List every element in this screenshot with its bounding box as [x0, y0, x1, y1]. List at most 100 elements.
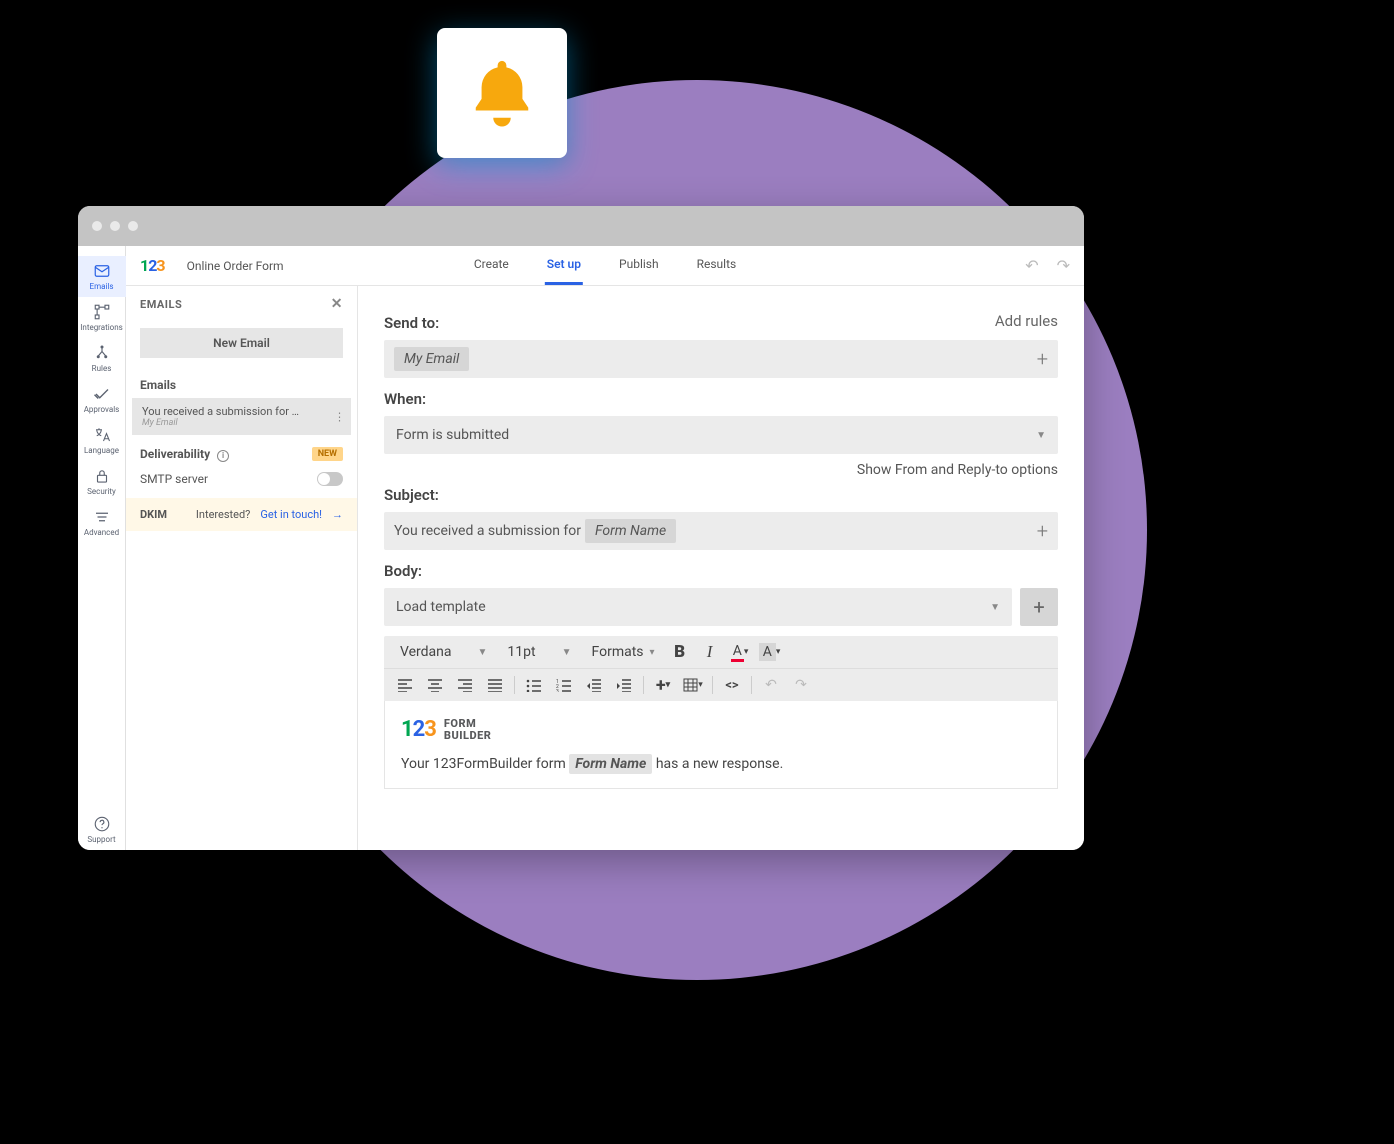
bg-color-icon[interactable]: A▾ [757, 640, 783, 664]
editor-redo-icon[interactable]: ↷ [788, 673, 814, 697]
tab-publish[interactable]: Publish [617, 246, 661, 285]
dkim-label: DKIM [140, 508, 167, 521]
email-item-sub: My Email [142, 418, 341, 428]
nav-emails[interactable]: Emails [78, 256, 126, 297]
arrow-right-icon[interactable]: → [332, 508, 343, 521]
email-editor: Send to: Add rules My Email + When: Form… [358, 286, 1084, 850]
sendto-field[interactable]: My Email + [384, 340, 1058, 378]
load-template-select[interactable]: Load template ▼ [384, 588, 1012, 626]
nav-label: Approvals [84, 405, 120, 414]
add-rules-link[interactable]: Add rules [995, 312, 1058, 330]
editor-undo-icon[interactable]: ↶ [758, 673, 784, 697]
nav-approvals[interactable]: Approvals [78, 379, 126, 420]
align-justify-icon[interactable] [482, 673, 508, 697]
add-subject-var-icon[interactable]: + [1037, 519, 1048, 543]
formats-select[interactable]: Formats▾ [584, 640, 663, 664]
add-template-button[interactable]: + [1020, 588, 1058, 626]
editor-body[interactable]: 123 FORMBUILDER Your 123FormBuilder form… [384, 701, 1058, 789]
add-recipient-icon[interactable]: + [1037, 347, 1048, 371]
dkim-link[interactable]: Get in touch! [260, 508, 322, 521]
top-bar: 123 Online Order Form Create Set up Publ… [126, 246, 1084, 286]
recipient-chip[interactable]: My Email [394, 347, 469, 371]
align-left-icon[interactable] [392, 673, 418, 697]
nav-integrations[interactable]: Integrations [78, 297, 126, 338]
formbuilder-logo: 123 FORMBUILDER [401, 717, 491, 742]
nav-label: Advanced [84, 528, 119, 537]
integrations-icon [93, 303, 111, 321]
close-icon[interactable]: ✕ [331, 296, 343, 312]
brand-logo: 123 [140, 256, 165, 275]
code-icon[interactable]: <> [719, 673, 745, 697]
body-label: Body: [384, 562, 1058, 580]
emails-panel: EMAILS ✕ New Email Emails You received a… [126, 286, 358, 850]
lines-icon [93, 508, 111, 526]
tab-setup[interactable]: Set up [545, 246, 583, 285]
indent-icon[interactable] [611, 673, 637, 697]
when-label: When: [384, 390, 1058, 408]
size-select[interactable]: 11pt▼ [499, 640, 579, 664]
smtp-toggle[interactable] [317, 472, 343, 486]
new-badge: NEW [312, 447, 343, 461]
form-title: Online Order Form [187, 259, 284, 273]
nav-rail: Emails Integrations Rules Approvals Lang… [78, 246, 126, 850]
nav-label: Integrations [80, 323, 123, 332]
help-icon [93, 815, 111, 833]
email-item-title: You received a submission for … [142, 405, 341, 418]
bullet-list-icon[interactable] [521, 673, 547, 697]
traffic-dot[interactable] [128, 221, 138, 231]
align-center-icon[interactable] [422, 673, 448, 697]
subject-prefix: You received a submission for [394, 523, 581, 539]
sendto-label: Send to: [384, 314, 439, 332]
nav-security[interactable]: Security [78, 461, 126, 502]
editor-toolbar: Verdana▼ 11pt▼ Formats▾ B I A▾ A▾ [384, 636, 1058, 701]
number-list-icon[interactable]: 123 [551, 673, 577, 697]
main-tabs: Create Set up Publish Results [472, 246, 738, 285]
deliverability-label: Deliverability [140, 447, 210, 461]
body-prefix: Your 123FormBuilder form [401, 756, 566, 772]
table-icon[interactable]: ▾ [680, 673, 706, 697]
info-icon[interactable]: i [217, 450, 229, 462]
app-window: Emails Integrations Rules Approvals Lang… [78, 206, 1084, 850]
nav-support[interactable]: Support [78, 809, 126, 850]
body-sentence: Your 123FormBuilder form Form Name has a… [401, 756, 1041, 772]
load-template-text: Load template [396, 599, 486, 615]
italic-icon[interactable]: I [697, 640, 723, 664]
outdent-icon[interactable] [581, 673, 607, 697]
body-suffix: has a new response. [656, 756, 783, 772]
chevron-down-icon: ▼ [990, 602, 1000, 613]
tab-create[interactable]: Create [472, 246, 511, 285]
when-select[interactable]: Form is submitted ▼ [384, 416, 1058, 454]
subject-field[interactable]: You received a submission for Form Name … [384, 512, 1058, 550]
traffic-dot[interactable] [110, 221, 120, 231]
font-select[interactable]: Verdana▼ [392, 640, 495, 664]
nav-label: Rules [92, 364, 112, 373]
lock-icon [93, 467, 111, 485]
branch-icon [93, 344, 111, 362]
nav-advanced[interactable]: Advanced [78, 502, 126, 543]
kebab-icon[interactable]: ⋮ [334, 410, 345, 423]
nav-label: Support [87, 835, 115, 844]
insert-icon[interactable]: +▾ [650, 673, 676, 697]
dkim-row: DKIM Interested? Get in touch! → [126, 498, 357, 531]
undo-icon[interactable]: ↶ [1025, 256, 1038, 275]
nav-language[interactable]: Language [78, 420, 126, 461]
traffic-dot[interactable] [92, 221, 102, 231]
text-color-icon[interactable]: A▾ [727, 640, 753, 664]
nav-rules[interactable]: Rules [78, 338, 126, 379]
bell-card [437, 28, 567, 158]
tab-results[interactable]: Results [695, 246, 739, 285]
chevron-down-icon: ▼ [1036, 430, 1046, 441]
when-value: Form is submitted [396, 427, 509, 443]
check-icon [93, 385, 111, 403]
subject-chip[interactable]: Form Name [585, 519, 676, 543]
emails-section-label: Emails [126, 364, 357, 398]
email-list-item[interactable]: You received a submission for … My Email… [132, 398, 351, 435]
show-from-link[interactable]: Show From and Reply-to options [384, 462, 1058, 478]
bold-icon[interactable]: B [667, 640, 693, 664]
new-email-button[interactable]: New Email [140, 328, 343, 358]
panel-heading: EMAILS [140, 298, 182, 311]
mail-icon [93, 262, 111, 280]
redo-icon[interactable]: ↷ [1057, 256, 1070, 275]
align-right-icon[interactable] [452, 673, 478, 697]
translate-icon [93, 426, 111, 444]
